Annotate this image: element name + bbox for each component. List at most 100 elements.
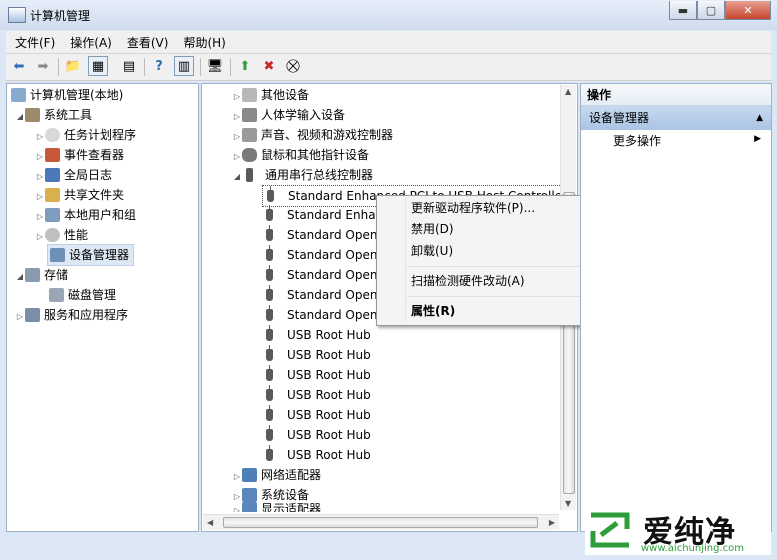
properties-sheet-icon[interactable]: ▤ [120,57,138,75]
usb-device-row[interactable]: USB Root Hub [266,445,371,465]
show-action-pane-icon[interactable]: ▥ [174,56,194,76]
usb-device-row[interactable]: Standard Openl [266,265,381,285]
usb-device-row[interactable]: Standard Openl [266,285,381,305]
usb-device-label: USB Root Hub [287,388,371,402]
tree-label: 设备管理器 [69,248,130,262]
uninstall-icon[interactable]: ✖ [260,57,278,75]
properties-menu-item[interactable]: 属性(R) [411,301,455,321]
device-category-mouse[interactable]: ▷ 鼠标和其他指针设备 [232,145,369,165]
collapse-arrow-icon[interactable]: ◢ [15,267,25,287]
device-category-display[interactable]: ▷ 显示适配器 [232,502,321,512]
expand-arrow-icon[interactable]: ▷ [232,87,242,107]
collapse-arrow-icon[interactable]: ◢ [15,107,25,127]
tree-item-storage[interactable]: ◢ 存储 [15,265,68,285]
usb-icon [266,245,273,261]
menu-help[interactable]: 帮助(H) [174,34,231,51]
expand-arrow-icon[interactable]: ▷ [35,147,45,167]
device-category-other[interactable]: ▷ 其他设备 [232,85,309,105]
usb-device-row[interactable]: Standard Openl [266,245,381,265]
horizontal-scroll-thumb[interactable] [223,517,538,528]
maximize-button[interactable]: ▢ [697,1,725,20]
scroll-left-icon[interactable]: ◀ [207,518,213,527]
usb-device-row[interactable]: Standard Openl [266,305,381,325]
tree-item-device-manager[interactable]: 设备管理器 [47,244,135,266]
tree-label: 全局日志 [64,168,113,182]
scroll-down-icon[interactable]: ▼ [565,499,571,508]
submenu-arrow-icon[interactable]: ▶ [754,134,761,144]
usb-device-row[interactable]: USB Root Hub [266,385,371,405]
tree-label: 服务和应用程序 [44,308,129,322]
up-folder-icon[interactable]: 📁 [64,57,82,75]
update-driver-icon[interactable]: ⬆ [236,57,254,75]
menu-view[interactable]: 查看(V) [118,34,175,51]
hid-icon [242,108,257,122]
usb-icon [266,425,273,441]
usb-device-label: USB Root Hub [287,328,371,342]
tree-label: 存储 [44,268,69,282]
more-actions-item[interactable]: 更多操作 [613,132,661,149]
expand-arrow-icon[interactable]: ▷ [232,147,242,167]
usb-device-row[interactable]: Standard Enhan [266,205,383,225]
help-icon[interactable]: ? [150,57,168,75]
tree-item-task-scheduler[interactable]: ▷ 任务计划程序 [35,125,136,145]
tree-item-disk-management[interactable]: 磁盘管理 [49,285,116,305]
device-manager-icon [50,248,65,262]
minimize-button[interactable]: ▬ [669,1,697,20]
scroll-up-icon[interactable]: ▲ [565,87,571,96]
expand-arrow-icon[interactable]: ▷ [35,167,45,187]
users-icon [45,208,60,222]
disable-device-icon[interactable]: ⛒ [284,57,302,75]
close-button[interactable]: ✕ [725,1,771,20]
show-tree-icon[interactable]: ▦ [88,56,108,76]
usb-device-row[interactable]: USB Root Hub [266,405,371,425]
horizontal-scrollbar[interactable]: ◀ ▶ [203,514,559,530]
window-title: 计算机管理 [30,9,91,23]
expand-arrow-icon[interactable]: ▷ [232,467,242,487]
expand-arrow-icon[interactable]: ▷ [35,207,45,227]
update-driver-menu-item[interactable]: 更新驱动程序软件(P)... [411,198,535,218]
tree-label: 任务计划程序 [64,128,137,142]
tree-item-system-tools[interactable]: ◢ 系统工具 [15,105,92,125]
device-category-usb[interactable]: ◢ 通用串行总线控制器 [232,165,373,185]
device-category-hid[interactable]: ▷ 人体学输入设备 [232,105,345,125]
back-arrow-icon[interactable]: ⬅ [10,57,28,75]
scroll-right-icon[interactable]: ▶ [549,518,555,527]
menu-file[interactable]: 文件(F) [6,34,61,51]
expand-arrow-icon[interactable]: ▷ [35,187,45,207]
expand-arrow-icon[interactable]: ▷ [232,127,242,147]
uninstall-menu-item[interactable]: 卸载(U) [411,241,453,261]
usb-device-label: USB Root Hub [287,448,371,462]
expand-arrow-icon[interactable]: ▷ [35,227,45,247]
actions-section-device-manager[interactable]: 设备管理器 ▲ [581,106,771,130]
usb-device-row[interactable]: Standard Openl [266,225,381,245]
collapse-arrow-icon[interactable]: ◢ [232,167,242,187]
context-menu-separator [407,266,582,267]
disable-menu-item[interactable]: 禁用(D) [411,219,454,239]
toolbar-separator [144,58,145,76]
menu-action[interactable]: 操作(A) [61,34,118,51]
tree-item-event-viewer[interactable]: ▷ 事件查看器 [35,145,124,165]
device-category-audio[interactable]: ▷ 声音、视频和游戏控制器 [232,125,393,145]
expand-arrow-icon[interactable]: ▷ [232,504,242,512]
expand-arrow-icon[interactable]: ▷ [232,107,242,127]
scan-hardware-menu-item[interactable]: 扫描检测硬件改动(A) [411,271,525,291]
device-category-label: 网络适配器 [261,468,322,482]
tree-item-global-log[interactable]: ▷ 全局日志 [35,165,112,185]
tree-item-services-apps[interactable]: ▷ 服务和应用程序 [15,305,128,325]
usb-device-row[interactable]: USB Root Hub [266,345,371,365]
tree-item-local-users[interactable]: ▷ 本地用户和组 [35,205,136,225]
tree-root[interactable]: 计算机管理(本地) [11,85,123,105]
tree-item-shared-folders[interactable]: ▷ 共享文件夹 [35,185,124,205]
scan-hardware-icon[interactable]: 🖥 [206,57,224,75]
collapse-section-icon[interactable]: ▲ [756,106,763,130]
usb-device-row[interactable]: USB Root Hub [266,365,371,385]
usb-device-row[interactable]: USB Root Hub [266,425,371,445]
expand-arrow-icon[interactable]: ▷ [35,127,45,147]
tree-item-performance[interactable]: ▷ 性能 [35,225,88,245]
computer-management-icon [8,7,26,23]
device-category-network[interactable]: ▷ 网络适配器 [232,465,321,485]
expand-arrow-icon[interactable]: ▷ [15,307,25,327]
usb-device-row[interactable]: USB Root Hub [266,325,371,345]
computer-management-window: 计算机管理 ▬ ▢ ✕ 文件(F) 操作(A) 查看(V) 帮助(H) ⬅ ➡ … [0,0,777,560]
forward-arrow-icon[interactable]: ➡ [34,57,52,75]
